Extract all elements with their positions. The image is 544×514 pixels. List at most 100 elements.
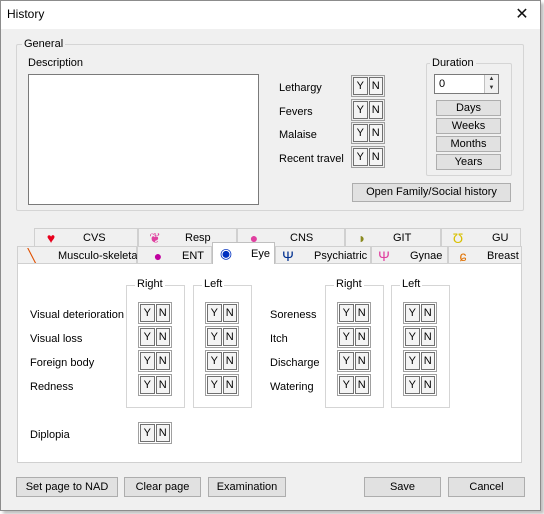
no-button[interactable]: N (354, 304, 369, 322)
redness-left-toggle: YN (205, 374, 239, 396)
symptom-label-recent-travel: Recent travel (279, 153, 344, 165)
eye-symptom-label-watering: Watering (270, 381, 314, 393)
fevers-yes-button[interactable]: Y (353, 101, 368, 119)
tab-musculo-skeletal-label: Musculo-skeletal (58, 250, 140, 262)
yes-button[interactable]: Y (339, 376, 354, 394)
open-family-social-history-button[interactable]: Open Family/Social history (352, 183, 511, 202)
months-button[interactable]: Months (436, 136, 501, 152)
recent-travel-yes-button[interactable]: Y (353, 148, 368, 166)
psi-icon: Ψ (282, 248, 294, 264)
duration-group-label: Duration (430, 57, 476, 69)
no-button[interactable]: N (420, 376, 435, 394)
ear-icon: ● (153, 248, 163, 264)
malaise-yes-button[interactable]: Y (353, 124, 368, 142)
no-button[interactable]: N (222, 328, 237, 346)
tab-cvs-label: CVS (83, 232, 106, 244)
no-button[interactable]: N (420, 304, 435, 322)
no-button[interactable]: N (420, 328, 435, 346)
tab-psychiatric-label: Psychiatric (314, 250, 368, 262)
yes-button[interactable]: Y (339, 352, 354, 370)
weeks-button[interactable]: Weeks (436, 118, 501, 134)
tab-psychiatric[interactable]: Ψ Psychiatric (275, 246, 371, 264)
yes-button[interactable]: Y (207, 352, 222, 370)
no-button[interactable]: N (222, 304, 237, 322)
lungs-icon: ❦ (149, 230, 161, 246)
duration-value[interactable]: 0 (439, 78, 445, 90)
fevers-yn-toggle: Y N (351, 99, 385, 121)
yes-button[interactable]: Y (207, 376, 222, 394)
no-button[interactable]: N (222, 352, 237, 370)
years-button[interactable]: Years (436, 154, 501, 170)
yes-button[interactable]: Y (405, 328, 420, 346)
tab-gu[interactable]: Ʊ GU (441, 228, 521, 246)
spin-down-icon[interactable]: ▼ (485, 84, 498, 93)
yes-button[interactable]: Y (207, 328, 222, 346)
yes-button[interactable]: Y (339, 304, 354, 322)
malaise-no-button[interactable]: N (368, 124, 383, 142)
no-button[interactable]: N (420, 352, 435, 370)
discharge-left-toggle: YN (403, 350, 437, 372)
tab-breast-label: Breast (487, 250, 519, 262)
no-button[interactable]: N (354, 328, 369, 346)
tab-breast[interactable]: ɕ Breast (448, 246, 522, 264)
yes-button[interactable]: Y (140, 328, 155, 346)
tab-ent[interactable]: ● ENT (137, 246, 212, 264)
yes-button[interactable]: Y (339, 328, 354, 346)
visual-loss-right-toggle: YN (138, 326, 172, 348)
no-button[interactable]: N (155, 424, 170, 442)
description-label: Description (28, 57, 84, 69)
symptom-label-malaise: Malaise (279, 129, 317, 141)
recent-travel-no-button[interactable]: N (368, 148, 383, 166)
yes-button[interactable]: Y (405, 352, 420, 370)
no-button[interactable]: N (222, 376, 237, 394)
soreness-right-toggle: YN (337, 302, 371, 324)
tab-cns-label: CNS (290, 232, 314, 244)
no-button[interactable]: N (155, 376, 170, 394)
duration-spinbox[interactable]: 0 ▲ ▼ (434, 74, 499, 94)
uterus-icon: Ψ (378, 248, 390, 264)
yes-button[interactable]: Y (140, 352, 155, 370)
no-button[interactable]: N (155, 352, 170, 370)
yes-button[interactable]: Y (405, 376, 420, 394)
no-button[interactable]: N (354, 352, 369, 370)
spin-up-icon[interactable]: ▲ (485, 75, 498, 84)
tab-eye[interactable]: ◉ Eye (212, 242, 275, 264)
yes-button[interactable]: Y (207, 304, 222, 322)
left-label-2: Left (400, 278, 423, 290)
lethargy-yes-button[interactable]: Y (353, 77, 368, 95)
right-label-2: Right (334, 278, 364, 290)
no-button[interactable]: N (155, 304, 170, 322)
close-button[interactable]: ✕ (504, 1, 540, 29)
itch-left-toggle: YN (403, 326, 437, 348)
window-title: History (7, 7, 45, 21)
days-button[interactable]: Days (436, 100, 501, 116)
fevers-no-button[interactable]: N (368, 101, 383, 119)
watering-left-toggle: YN (403, 374, 437, 396)
history-window: History ✕ General Description Lethargy Y… (0, 0, 541, 511)
yes-button[interactable]: Y (140, 304, 155, 322)
duration-spin-arrows[interactable]: ▲ ▼ (484, 75, 498, 93)
itch-right-toggle: YN (337, 326, 371, 348)
yes-button[interactable]: Y (140, 424, 155, 442)
examination-button[interactable]: Examination (208, 477, 286, 497)
lethargy-no-button[interactable]: N (368, 77, 383, 95)
tab-git[interactable]: ◗ GIT (345, 228, 441, 246)
tab-musculo-skeletal[interactable]: ╲ Musculo-skeletal (17, 246, 140, 264)
cancel-button[interactable]: Cancel (448, 477, 525, 497)
tab-cvs[interactable]: ♥ CVS (34, 228, 138, 246)
foreign-body-left-toggle: YN (205, 350, 239, 372)
kidney-icon: Ʊ (452, 230, 464, 246)
tab-gynae[interactable]: Ψ Gynae (371, 246, 448, 264)
clear-page-button[interactable]: Clear page (124, 477, 201, 497)
set-page-to-nad-button[interactable]: Set page to NAD (16, 477, 118, 497)
eye-symptom-label-redness: Redness (30, 381, 74, 393)
diplopia-label: Diplopia (30, 429, 70, 441)
malaise-yn-toggle: Y N (351, 122, 385, 144)
save-button[interactable]: Save (364, 477, 441, 497)
eye-symptom-label-soreness: Soreness (270, 309, 317, 321)
no-button[interactable]: N (354, 376, 369, 394)
yes-button[interactable]: Y (405, 304, 420, 322)
no-button[interactable]: N (155, 328, 170, 346)
yes-button[interactable]: Y (140, 376, 155, 394)
description-textarea[interactable] (28, 74, 259, 205)
